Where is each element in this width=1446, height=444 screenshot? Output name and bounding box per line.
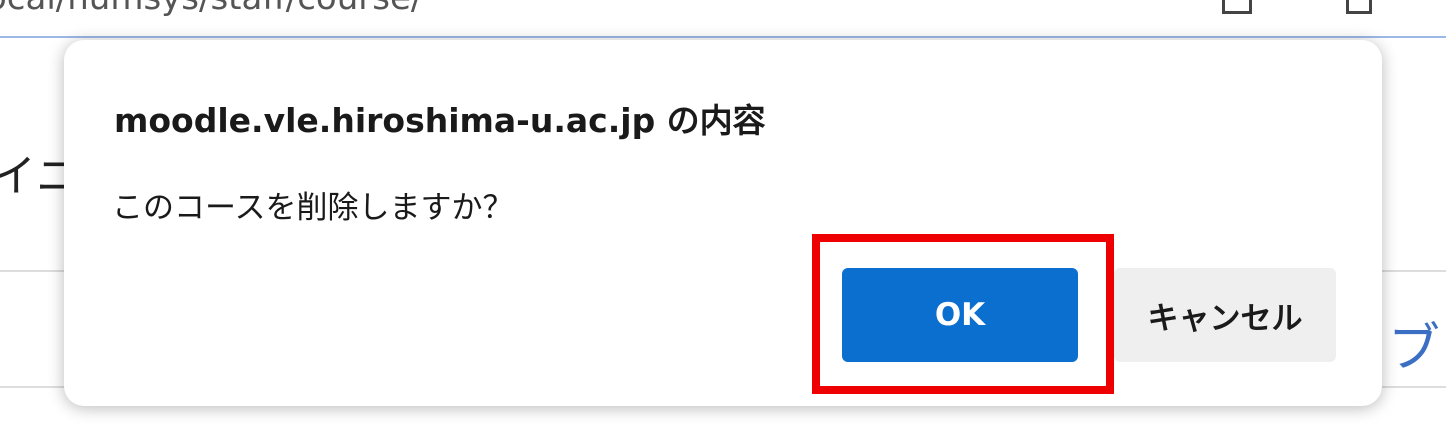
ok-button[interactable]: OK (842, 268, 1078, 362)
page-link-fragment[interactable]: ブ (1388, 306, 1440, 381)
bookmark-icon[interactable] (1346, 0, 1372, 14)
dialog-message: このコースを削除しますか？ (112, 190, 514, 226)
dialog-title: moodle.vle.hiroshima-u.ac.jp の内容 (114, 101, 766, 140)
confirm-dialog: moodle.vle.hiroshima-u.ac.jp の内容 このコースを削… (64, 40, 1382, 406)
cancel-button[interactable]: キャンセル (1114, 268, 1336, 362)
address-url-text: ocal/numsys/staff/course/ (0, 0, 422, 18)
translate-icon[interactable] (1222, 0, 1252, 14)
browser-address-bar[interactable]: ocal/numsys/staff/course/ (0, 0, 1446, 38)
